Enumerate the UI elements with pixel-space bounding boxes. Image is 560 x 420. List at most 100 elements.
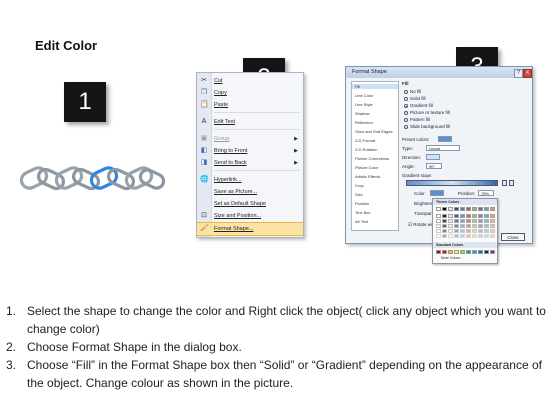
direction-dropdown[interactable] (426, 154, 440, 160)
theme-color-swatch[interactable] (454, 219, 459, 223)
radio-pattern-fill[interactable] (404, 118, 408, 122)
theme-color-swatch[interactable] (478, 234, 483, 238)
theme-color-swatch[interactable] (454, 229, 459, 233)
theme-color-swatch[interactable] (484, 214, 489, 218)
theme-color-swatch[interactable] (484, 229, 489, 233)
nav-item-position[interactable]: Position (355, 201, 369, 206)
nav-item-3-d-format[interactable]: 3-D Format (355, 138, 375, 143)
type-dropdown[interactable]: Linear (426, 145, 460, 151)
theme-color-swatch[interactable] (490, 214, 495, 218)
theme-color-swatch[interactable] (454, 234, 459, 238)
standard-color-swatch[interactable] (442, 250, 447, 254)
theme-color-swatch[interactable] (472, 207, 477, 211)
nav-item-picture-corrections[interactable]: Picture Corrections (355, 156, 389, 161)
nav-item-3-d-rotation[interactable]: 3-D Rotation (355, 147, 377, 152)
theme-color-swatch[interactable] (460, 207, 465, 211)
theme-color-swatch[interactable] (442, 219, 447, 223)
theme-color-swatch[interactable] (460, 234, 465, 238)
theme-color-swatch[interactable] (448, 229, 453, 233)
theme-color-swatch[interactable] (448, 214, 453, 218)
nav-item-line-style[interactable]: Line Style (355, 102, 373, 107)
theme-color-swatch[interactable] (490, 219, 495, 223)
help-icon[interactable]: ? (514, 69, 523, 78)
nav-item-reflection[interactable]: Reflection (355, 120, 373, 125)
theme-color-swatch[interactable] (478, 224, 483, 228)
theme-color-swatch[interactable] (490, 234, 495, 238)
menu-item-size-and-position[interactable]: ⊡ Size and Position... (197, 210, 303, 222)
theme-color-swatch[interactable] (466, 229, 471, 233)
nav-item-line-color[interactable]: Line Color (355, 93, 373, 98)
more-colors-link[interactable]: More Colors... (441, 256, 463, 260)
menu-item-edit-text[interactable]: A Edit Text (197, 116, 303, 128)
theme-color-swatch[interactable] (460, 229, 465, 233)
standard-color-swatch[interactable] (466, 250, 471, 254)
theme-color-swatch[interactable] (436, 207, 441, 211)
nav-item-size[interactable]: Size (355, 192, 363, 197)
theme-color-swatch[interactable] (490, 229, 495, 233)
theme-color-swatch[interactable] (478, 229, 483, 233)
radio-no-fill[interactable] (404, 90, 408, 94)
theme-color-swatch[interactable] (466, 214, 471, 218)
color-dropdown[interactable] (430, 190, 444, 196)
close-icon[interactable]: X (523, 69, 532, 78)
nav-item-picture-color[interactable]: Picture Color (355, 165, 378, 170)
theme-color-swatch[interactable] (472, 214, 477, 218)
nav-item-text-box[interactable]: Text Box (355, 210, 370, 215)
theme-color-swatch[interactable] (466, 207, 471, 211)
theme-color-swatch[interactable] (478, 207, 483, 211)
theme-color-swatch[interactable] (454, 214, 459, 218)
radio-gradient-fill[interactable] (404, 104, 408, 108)
theme-color-swatch[interactable] (442, 207, 447, 211)
nav-item-alt-text[interactable]: Alt Text (355, 219, 368, 224)
radio-slide-background-fill[interactable] (404, 125, 408, 129)
standard-color-swatch[interactable] (448, 250, 453, 254)
theme-color-swatch[interactable] (478, 219, 483, 223)
theme-color-swatch[interactable] (484, 207, 489, 211)
theme-color-swatch[interactable] (442, 224, 447, 228)
theme-color-swatch[interactable] (472, 219, 477, 223)
radio-solid-fill[interactable] (404, 97, 408, 101)
menu-item-bring-to-front[interactable]: ◧ Bring to Front ▶ (197, 145, 303, 157)
theme-color-swatch[interactable] (454, 224, 459, 228)
theme-color-swatch[interactable] (478, 214, 483, 218)
standard-color-swatch[interactable] (454, 250, 459, 254)
theme-color-swatch[interactable] (436, 219, 441, 223)
theme-color-swatch[interactable] (490, 224, 495, 228)
menu-item-copy[interactable]: ❐ Copy (197, 87, 303, 99)
theme-color-swatch[interactable] (472, 229, 477, 233)
theme-color-swatch[interactable] (448, 219, 453, 223)
theme-color-swatch[interactable] (460, 214, 465, 218)
nav-item-fill[interactable]: Fill (352, 84, 398, 89)
menu-item-paste[interactable]: 📋 Paste (197, 99, 303, 111)
nav-item-shadow[interactable]: Shadow (355, 111, 369, 116)
theme-color-swatch[interactable] (484, 224, 489, 228)
standard-color-swatch[interactable] (436, 250, 441, 254)
theme-color-swatch[interactable] (448, 234, 453, 238)
menu-item-format-shape[interactable]: 🖌 Format Shape... (197, 222, 303, 236)
theme-color-swatch[interactable] (484, 219, 489, 223)
theme-color-swatch[interactable] (436, 224, 441, 228)
theme-color-swatch[interactable] (460, 219, 465, 223)
preset-colors-dropdown[interactable] (438, 136, 452, 142)
gradient-bar[interactable] (406, 180, 498, 186)
position-input[interactable]: 78% (478, 190, 494, 196)
theme-color-swatch[interactable] (436, 214, 441, 218)
theme-color-swatch[interactable] (448, 224, 453, 228)
add-stop-button[interactable] (502, 180, 507, 186)
radio-picture-or-texture-fill[interactable] (404, 111, 408, 115)
theme-color-swatch[interactable] (472, 234, 477, 238)
theme-color-swatch[interactable] (466, 219, 471, 223)
chain-graphic[interactable] (18, 163, 168, 195)
menu-item-save-as-picture[interactable]: Save as Picture... (197, 186, 303, 198)
theme-color-swatch[interactable] (442, 234, 447, 238)
theme-color-swatch[interactable] (460, 224, 465, 228)
menu-item-hyperlink[interactable]: 🌐 Hyperlink... (197, 174, 303, 186)
menu-item-set-as-default-shape[interactable]: Set as Default Shape (197, 198, 303, 210)
standard-color-swatch[interactable] (472, 250, 477, 254)
theme-color-swatch[interactable] (466, 234, 471, 238)
standard-color-swatch[interactable] (478, 250, 483, 254)
nav-item-artistic-effects[interactable]: Artistic Effects (355, 174, 380, 179)
remove-stop-button[interactable] (509, 180, 514, 186)
menu-item-cut[interactable]: ✂ Cut (197, 75, 303, 87)
theme-color-swatch[interactable] (466, 224, 471, 228)
